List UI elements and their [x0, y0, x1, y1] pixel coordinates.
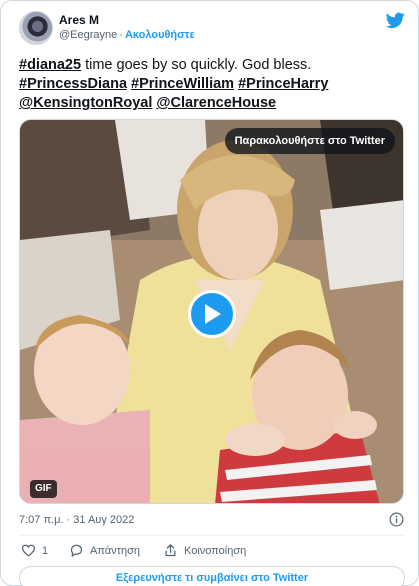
mention-link[interactable]: @ClarenceHouse — [156, 95, 276, 111]
handle[interactable]: @Eegrayne — [59, 29, 117, 41]
reply-label: Απάντηση — [90, 544, 140, 557]
separator-dot: · — [119, 29, 123, 41]
reply-button[interactable]: Απάντηση — [69, 543, 140, 558]
divider — [19, 535, 404, 536]
watch-on-twitter-button[interactable]: Παρακολουθήστε στο Twitter — [224, 128, 395, 154]
user-info: Ares M @Eegrayne · Ακολουθήστε — [59, 13, 195, 43]
tweet-line: #PrincessDiana #PrinceWilliam #PrinceHar… — [19, 75, 409, 94]
reply-bubble-icon — [70, 544, 83, 557]
tweet-card: Ares M @Eegrayne · Ακολουθήστε #diana25 ti… — [0, 0, 419, 586]
hashtag-link[interactable]: #PrinceWilliam — [131, 76, 234, 92]
heart-icon — [21, 544, 36, 557]
gif-media[interactable]: Παρακολουθήστε στο Twitter GIF — [19, 119, 404, 504]
avatar[interactable] — [19, 11, 53, 45]
gif-badge: GIF — [30, 480, 57, 498]
info-icon[interactable] — [389, 512, 404, 527]
tweet-line: #diana25 time goes by so quickly. God bl… — [19, 56, 409, 75]
hashtag-link[interactable]: #PrincessDiana — [19, 76, 127, 92]
display-name[interactable]: Ares M — [59, 13, 195, 28]
explore-twitter-button[interactable]: Εξερευνήστε τι συμβαίνει στο Twitter — [19, 566, 405, 586]
tweet-line: @KensingtonRoyal @ClarenceHouse — [19, 94, 409, 113]
hashtag-link[interactable]: #diana25 — [19, 57, 81, 73]
play-icon — [205, 304, 221, 324]
share-button[interactable]: Κοινοποίηση — [163, 543, 246, 558]
play-button[interactable] — [188, 290, 236, 338]
handle-line: @Eegrayne · Ακολουθήστε — [59, 28, 195, 43]
twitter-bird-icon[interactable] — [386, 12, 405, 29]
like-button[interactable]: 1 — [21, 543, 48, 558]
share-upload-icon — [165, 544, 176, 557]
like-count: 1 — [42, 544, 49, 557]
mention-link[interactable]: @KensingtonRoyal — [19, 95, 152, 111]
tweet-text: #diana25 time goes by so quickly. God bl… — [19, 56, 409, 113]
hashtag-link[interactable]: #PrinceHarry — [238, 76, 328, 92]
share-label: Κοινοποίηση — [184, 544, 247, 557]
timestamp-link[interactable]: 7:07 π.μ. · 31 Αυγ 2022 — [19, 514, 134, 526]
tweet-header: Ares M @Eegrayne · Ακολουθήστε — [19, 11, 405, 45]
follow-link[interactable]: Ακολουθήστε — [125, 29, 195, 41]
tweet-text-span: time goes by so quickly. God bless. — [81, 57, 312, 73]
